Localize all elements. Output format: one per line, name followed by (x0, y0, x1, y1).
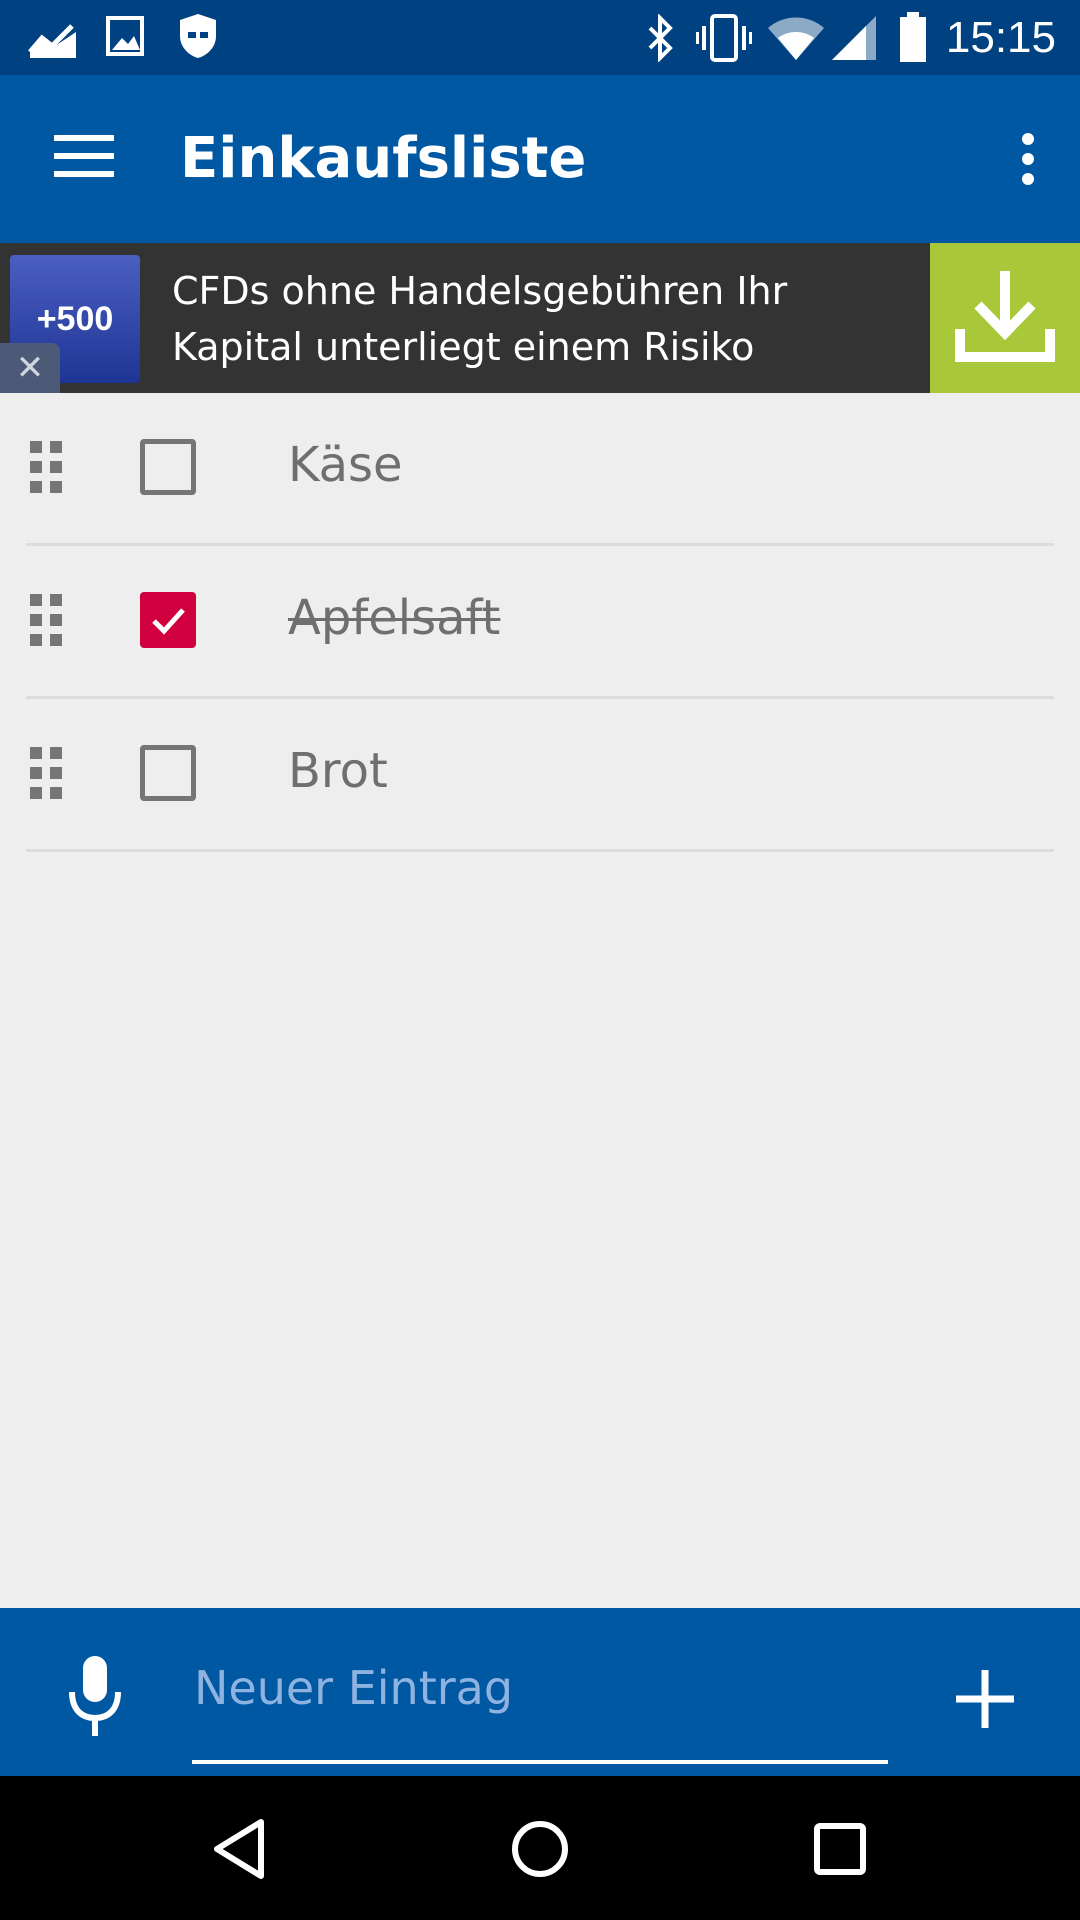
recents-icon[interactable] (805, 1814, 875, 1884)
image-icon (106, 16, 144, 56)
drag-handle-icon[interactable] (30, 747, 66, 801)
new-entry-bar (0, 1608, 1080, 1776)
ad-banner[interactable]: +500 ✕ CFDs ohne Handelsgebühren Ihr Kap… (0, 243, 1080, 393)
item-label[interactable]: Käse (288, 433, 403, 497)
checkmark-icon (152, 608, 185, 635)
item-checkbox[interactable] (140, 745, 196, 801)
app-bar: Einkaufsliste (0, 75, 1080, 243)
ad-text[interactable]: CFDs ohne Handelsgebühren Ihr Kapital un… (172, 263, 902, 375)
signal-icon (832, 16, 876, 60)
wifi-icon (768, 17, 824, 60)
stock-chart-icon (28, 24, 76, 58)
list-item[interactable]: Brot (0, 699, 1080, 852)
drag-handle-icon[interactable] (30, 441, 66, 495)
item-label[interactable]: Apfelsaft (288, 586, 500, 650)
ad-download-button[interactable] (930, 243, 1080, 393)
item-checkbox[interactable] (140, 439, 196, 495)
shopping-list: Käse Apfelsaft Brot (0, 393, 1080, 852)
battery-icon (900, 12, 926, 62)
page-title: Einkaufsliste (180, 126, 587, 191)
hamburger-menu-icon[interactable] (44, 129, 116, 189)
system-nav-bar (0, 1776, 1080, 1920)
divider (26, 849, 1054, 852)
list-item[interactable]: Käse (0, 393, 1080, 546)
shield-icon (180, 14, 216, 58)
drag-handle-icon[interactable] (30, 594, 66, 648)
back-icon[interactable] (205, 1814, 275, 1884)
status-bar: 15:15 (0, 0, 1080, 75)
item-label[interactable]: Brot (288, 739, 388, 803)
ad-close-button[interactable]: ✕ (0, 343, 60, 393)
home-icon[interactable] (505, 1814, 575, 1884)
new-entry-input[interactable] (192, 1652, 892, 1724)
item-checkbox[interactable] (140, 592, 196, 648)
plus-icon[interactable] (950, 1664, 1020, 1734)
bluetooth-icon (648, 14, 673, 62)
vibrate-icon (696, 14, 752, 62)
download-icon (955, 271, 1055, 362)
list-item[interactable]: Apfelsaft (0, 546, 1080, 699)
clock: 15:15 (945, 13, 1056, 62)
input-underline (192, 1760, 888, 1764)
more-vert-icon[interactable] (996, 123, 1056, 195)
microphone-icon[interactable] (60, 1652, 130, 1742)
